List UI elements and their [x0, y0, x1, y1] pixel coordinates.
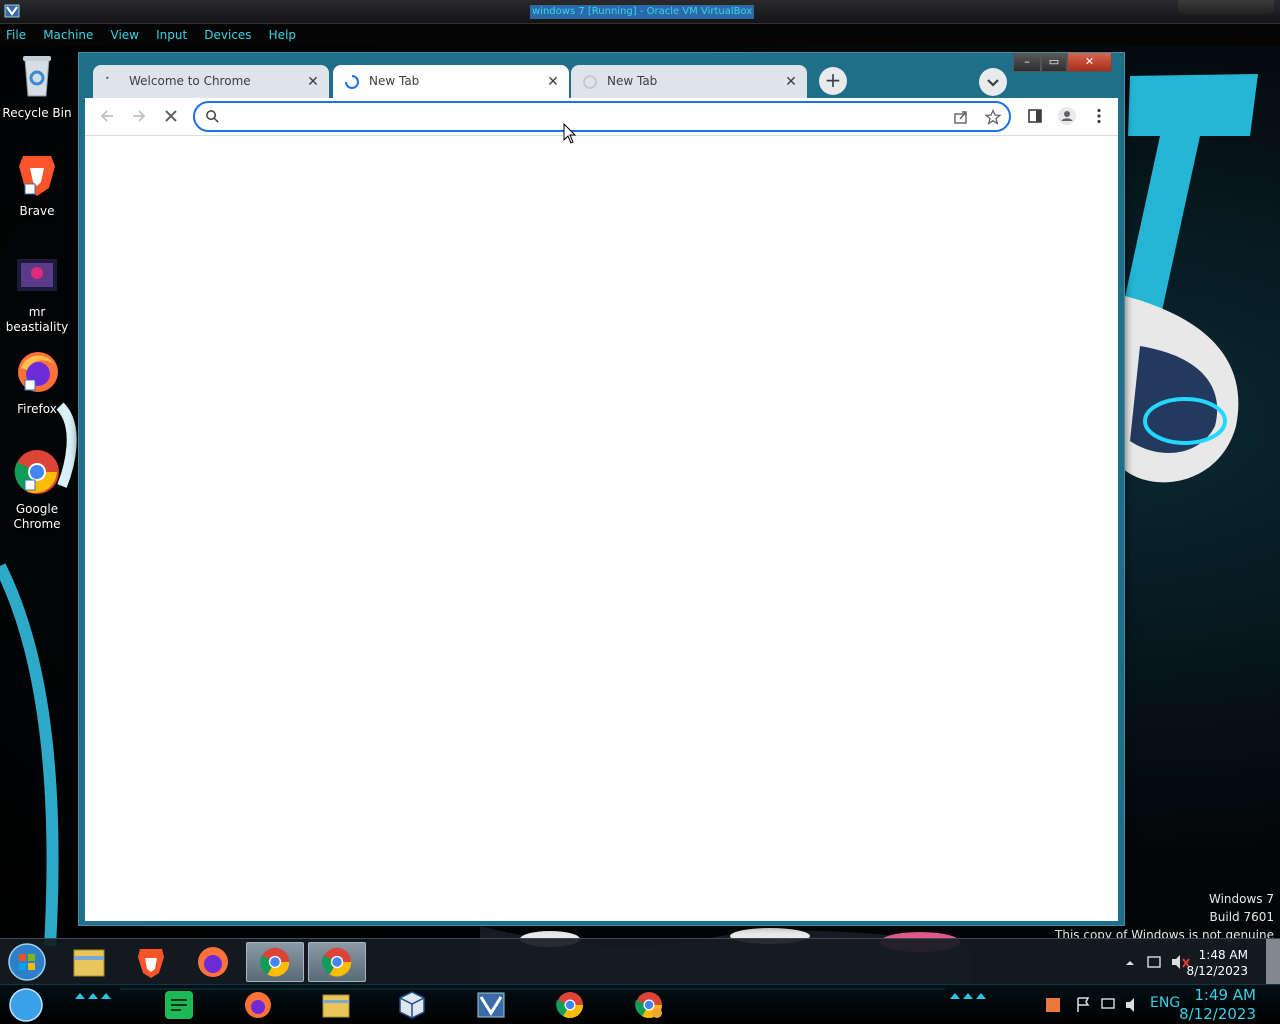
close-tab-icon[interactable]: ✕: [783, 74, 799, 90]
taskbar-firefox[interactable]: [184, 942, 242, 982]
menu-help[interactable]: Help: [269, 24, 296, 46]
brave-icon: [138, 949, 164, 978]
dock-app-chrome-profile-icon[interactable]: [633, 989, 665, 1021]
host-date: 8/12/2023: [1179, 1005, 1256, 1023]
stop-loading-icon[interactable]: [161, 106, 181, 126]
profile-avatar-icon[interactable]: [1057, 106, 1077, 126]
close-tab-icon[interactable]: ✕: [545, 74, 561, 90]
host-tray-icons[interactable]: [1044, 995, 1144, 1015]
dock-app-folder-icon[interactable]: [320, 989, 352, 1021]
menu-file[interactable]: File: [6, 24, 26, 46]
address-bar[interactable]: [193, 101, 1011, 132]
menu-machine[interactable]: Machine: [43, 24, 93, 46]
recycle-bin-icon: [23, 56, 51, 97]
side-panel-icon[interactable]: [1025, 106, 1045, 126]
desktop-icon-chrome[interactable]: Google Chrome: [0, 448, 74, 532]
windows-taskbar: 1:48 AM 8/12/2023: [0, 938, 1280, 985]
chrome-icon: [260, 947, 290, 977]
search-icon: [206, 110, 219, 123]
loading-spinner-icon: [583, 75, 597, 89]
loading-spinner-icon: [345, 75, 359, 89]
address-input[interactable]: [229, 107, 929, 127]
taskbar-brave[interactable]: [122, 942, 180, 982]
tab-label: New Tab: [369, 74, 420, 88]
taskbar-chrome-1[interactable]: [246, 942, 304, 982]
desktop-icon-label: mr beastiality: [5, 305, 69, 334]
chrome-icon: [14, 450, 59, 494]
desktop-icon-recycle-bin[interactable]: Recycle Bin: [0, 52, 74, 121]
tab-strip: • Welcome to Chrome ✕ New Tab ✕ New Tab …: [85, 61, 1118, 98]
mouse-cursor-icon: [563, 123, 577, 144]
host-titlebar: windows 7 [Running] - Oracle VM VirtualB…: [0, 0, 1280, 24]
dock-app-notes-icon[interactable]: [163, 989, 195, 1021]
desktop-icon-label: Firefox: [17, 402, 57, 416]
chevron-down-icon: [987, 79, 999, 87]
dock-app-firefox-icon[interactable]: [242, 989, 274, 1021]
forward-arrow-icon[interactable]: [129, 106, 149, 126]
taskbar-time: 1:48 AM: [1198, 948, 1248, 962]
tab-new-second[interactable]: New Tab ✕: [571, 65, 807, 98]
desktop-icon-firefox[interactable]: Firefox: [0, 348, 74, 417]
tab-new-active[interactable]: New Tab ✕: [333, 65, 569, 98]
dock-app-chrome-icon[interactable]: [554, 989, 586, 1021]
desktop-icon-brave[interactable]: Brave: [0, 150, 74, 219]
new-tab-button[interactable]: +: [819, 67, 847, 95]
virtualbox-icon: [4, 4, 20, 18]
menu-devices[interactable]: Devices: [204, 24, 251, 46]
host-window-title: windows 7 [Running] - Oracle VM VirtualB…: [530, 5, 755, 19]
tab-label: New Tab: [607, 74, 658, 88]
chrome-window: – ▭ ✕ • Welcome to Chrome ✕ New Tab ✕ Ne…: [78, 52, 1125, 926]
tray-icons[interactable]: [1122, 953, 1192, 973]
firefox-icon: [198, 947, 228, 977]
menu-view[interactable]: View: [111, 24, 139, 46]
start-orb-icon[interactable]: [7, 942, 47, 982]
back-arrow-icon[interactable]: [97, 106, 117, 126]
firefox-icon: [18, 352, 58, 392]
desktop-icon-folder[interactable]: mr beastiality: [0, 251, 74, 335]
tab-search-button[interactable]: [979, 68, 1007, 96]
desktop-icon-label: Recycle Bin: [2, 106, 72, 120]
guest-desktop: Recycle Bin Brave mr beastiality Firefox: [0, 46, 1280, 984]
host-dock: ENG 1:49 AM 8/12/2023: [0, 984, 1280, 1024]
taskbar-chrome-2[interactable]: [308, 942, 366, 982]
show-desktop-button[interactable]: [1266, 939, 1280, 985]
desktop-icon-label: Google Chrome: [13, 502, 61, 531]
page-content[interactable]: [85, 135, 1118, 921]
language-indicator[interactable]: ENG: [1150, 995, 1180, 1011]
browser-toolbar: [85, 98, 1118, 135]
share-icon[interactable]: [953, 109, 969, 125]
loading-dot-icon: •: [105, 74, 110, 83]
taskbar-file-explorer[interactable]: [60, 942, 118, 982]
tab-label: Welcome to Chrome: [129, 74, 251, 88]
brave-icon: [19, 156, 55, 196]
host-window-controls[interactable]: [1178, 0, 1274, 14]
host-menubar: File Machine View Input Devices Help: [0, 24, 1280, 46]
folder-thumbnail-icon: [17, 259, 57, 291]
chrome-icon: [322, 947, 352, 977]
folder-icon: [73, 949, 105, 977]
bookmark-star-icon[interactable]: [985, 109, 1001, 125]
close-tab-icon[interactable]: ✕: [305, 74, 321, 90]
menu-input[interactable]: Input: [156, 24, 187, 46]
kebab-menu-icon[interactable]: [1089, 106, 1109, 126]
host-time: 1:49 AM: [1194, 986, 1256, 1004]
tab-welcome[interactable]: • Welcome to Chrome ✕: [93, 65, 329, 98]
host-clock[interactable]: 1:49 AM 8/12/2023: [1179, 986, 1256, 1024]
desktop-icon-label: Brave: [19, 204, 55, 218]
dock-app-virtualbox-icon[interactable]: [396, 989, 428, 1021]
taskbar-date: 8/12/2023: [1186, 964, 1248, 978]
dock-app-windows7-vm-icon[interactable]: [475, 989, 507, 1021]
taskbar-clock[interactable]: 1:48 AM 8/12/2023: [1186, 947, 1248, 979]
